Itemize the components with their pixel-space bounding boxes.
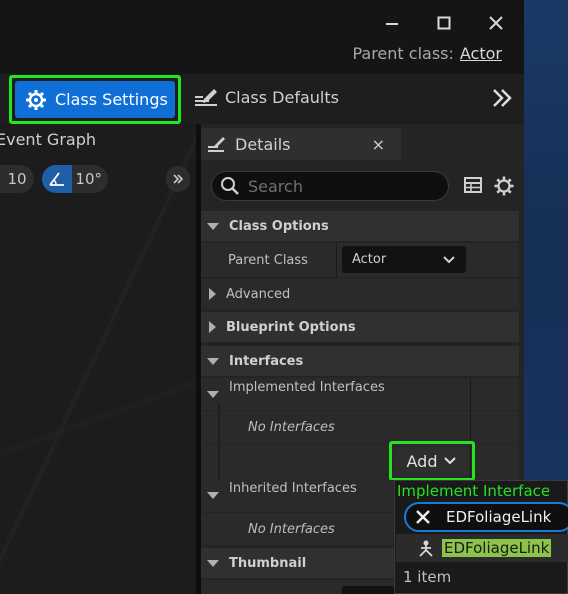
search-icon [221, 177, 239, 195]
add-interface-button[interactable]: Add [389, 441, 475, 481]
details-tab[interactable]: Details × [201, 128, 401, 160]
parent-class-dropdown[interactable]: Actor [342, 246, 466, 273]
close-icon [489, 16, 503, 30]
graph-snap-controls: 10 10° [0, 165, 196, 195]
grid-snap-value: 10 [7, 170, 27, 188]
minimize-button[interactable] [372, 3, 412, 43]
thumbnail-value-field[interactable] [342, 586, 394, 594]
section-interfaces-label: Interfaces [229, 353, 304, 369]
class-settings-button[interactable]: Class Settings [9, 75, 181, 124]
class-settings-button-body: Class Settings [15, 81, 175, 118]
implemented-interfaces-row[interactable]: Implemented Interfaces [201, 378, 519, 410]
add-interface-button-body: Add [395, 447, 469, 475]
clear-search-icon[interactable] [414, 508, 432, 526]
advanced-row[interactable]: Advanced [201, 279, 519, 309]
parent-class-info: Parent class: Actor [352, 44, 502, 63]
section-interfaces[interactable]: Interfaces [201, 346, 519, 376]
property-matrix-button[interactable] [463, 175, 483, 199]
expand-arrow-icon [209, 288, 216, 300]
close-window-button[interactable] [476, 3, 516, 43]
inherited-interfaces-row[interactable]: Inherited Interfaces [201, 480, 394, 512]
no-interfaces-text: No Interfaces [248, 521, 335, 537]
event-graph-tab[interactable]: Event Graph [0, 130, 96, 149]
section-thumbnail[interactable]: Thumbnail [201, 548, 394, 578]
parent-class-link[interactable]: Actor [460, 44, 502, 63]
double-chevron-right-icon [493, 89, 512, 107]
collapse-arrow-icon [207, 222, 219, 230]
interface-result-item[interactable]: EDFoliageLink [396, 534, 568, 562]
inherited-interfaces-label: Inherited Interfaces [229, 481, 357, 496]
section-class-options-label: Class Options [229, 218, 329, 234]
double-chevron-right-small-icon [173, 174, 184, 184]
rotation-snap-button[interactable]: 10° [42, 165, 108, 193]
details-close-button[interactable]: × [372, 135, 385, 154]
expand-arrow-icon [209, 321, 216, 333]
class-settings-label: Class Settings [55, 90, 168, 109]
section-blueprint-options[interactable]: Blueprint Options [201, 312, 519, 342]
details-search-input[interactable]: Search [211, 171, 449, 201]
event-graph-tab-label: Event Graph [0, 130, 96, 149]
no-interfaces-text: No Interfaces [248, 419, 335, 435]
toolbar-overflow-button[interactable] [490, 86, 514, 114]
implemented-interfaces-label: Implemented Interfaces [229, 380, 385, 395]
column-divider [336, 243, 337, 277]
chevron-down-icon [443, 255, 455, 263]
interface-search-value: EDFoliageLink [446, 508, 552, 526]
interface-node-icon [419, 540, 433, 557]
popup-title: Implement Interface [397, 482, 551, 500]
interface-search-input[interactable]: EDFoliageLink [404, 502, 568, 532]
details-settings-button[interactable] [493, 175, 515, 201]
collapse-arrow-icon [207, 357, 219, 365]
rotation-snap-value: 10° [75, 170, 102, 188]
implemented-interfaces-list: No Interfaces [201, 411, 519, 443]
section-blueprint-options-label: Blueprint Options [226, 319, 356, 335]
details-pencil-icon [208, 137, 225, 152]
settings-gear-icon [494, 176, 514, 196]
table-icon [464, 177, 482, 193]
parent-class-label: Parent class: [352, 44, 454, 63]
minimize-icon [386, 23, 398, 25]
maximize-icon [437, 16, 451, 30]
collapse-arrow-icon [207, 559, 219, 567]
parent-class-dropdown-value: Actor [352, 252, 387, 267]
class-defaults-button[interactable]: Class Defaults [194, 86, 339, 108]
grid-snap-button[interactable]: 10 [0, 165, 34, 193]
details-tab-label: Details [235, 134, 291, 154]
chevron-down-icon [444, 457, 457, 465]
add-label: Add [406, 451, 438, 471]
search-placeholder: Search [248, 176, 303, 196]
rotation-snap-toggle[interactable] [42, 165, 73, 193]
result-count: 1 item [403, 568, 452, 586]
gear-icon [26, 89, 46, 110]
inherited-interfaces-list: No Interfaces [201, 513, 394, 545]
section-class-options[interactable]: Class Options [201, 211, 519, 241]
class-defaults-label: Class Defaults [225, 87, 339, 107]
maximize-button[interactable] [424, 3, 464, 43]
section-thumbnail-label: Thumbnail [229, 555, 307, 571]
parent-class-property-label: Parent Class [228, 252, 308, 268]
collapse-arrow-icon [207, 391, 219, 398]
collapse-arrow-icon [207, 492, 219, 499]
graph-more-button[interactable] [166, 166, 190, 192]
defaults-edit-icon [195, 89, 217, 106]
angle-icon [49, 172, 65, 186]
interface-result-label: EDFoliageLink [442, 539, 552, 557]
advanced-label: Advanced [226, 286, 291, 302]
